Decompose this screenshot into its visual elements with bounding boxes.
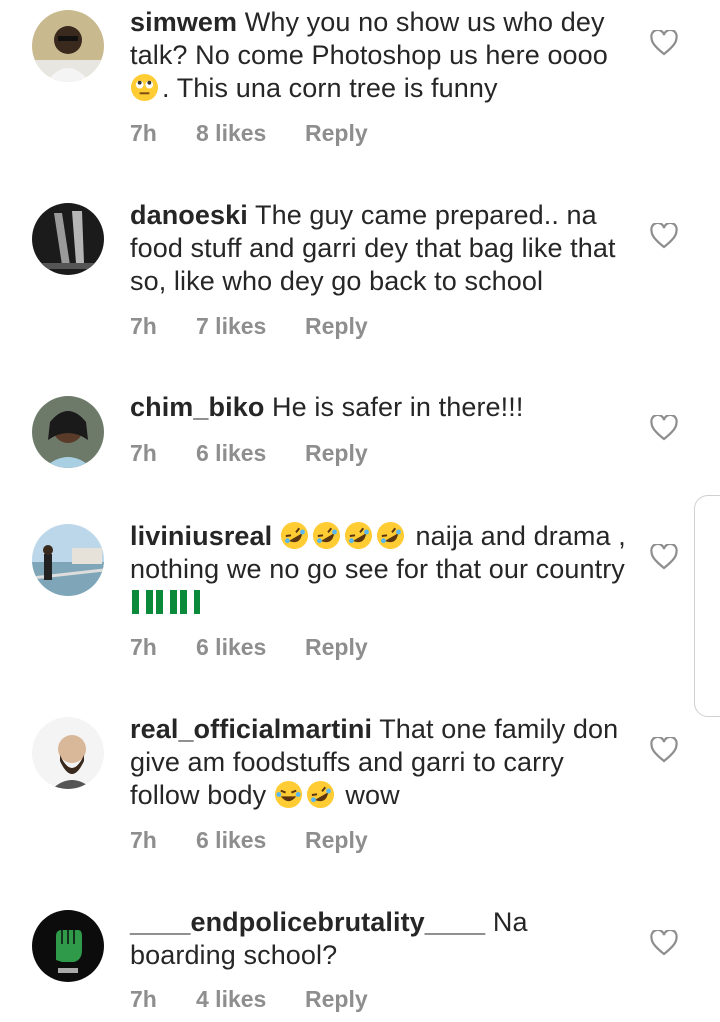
comment-body-cont: wow (345, 780, 400, 810)
comment-likes[interactable]: 6 likes (196, 440, 266, 467)
comment-time: 7h (130, 440, 157, 466)
comment-likes[interactable]: 6 likes (196, 827, 266, 854)
rofl-emoji-icon (312, 521, 340, 550)
rofl-emoji-icon (344, 521, 372, 550)
comment-username[interactable]: simwem (130, 7, 237, 37)
rofl-emoji-icon (306, 780, 334, 809)
comment-body-cont: . This una corn tree is funny (162, 73, 498, 103)
like-heart-icon[interactable] (650, 930, 678, 956)
comment-time: 7h (130, 634, 157, 660)
like-heart-icon[interactable] (650, 737, 678, 763)
joy-emoji-icon (274, 780, 302, 809)
comment-username[interactable]: chim_biko (130, 392, 264, 422)
reply-button[interactable]: Reply (305, 827, 368, 854)
comment-username[interactable]: real_officialmartini (130, 714, 372, 744)
like-heart-icon[interactable] (650, 30, 678, 56)
rofl-emoji-icon (280, 521, 308, 550)
avatar[interactable] (32, 396, 104, 468)
avatar[interactable] (32, 203, 104, 275)
reply-button[interactable]: Reply (305, 634, 368, 661)
comment-time: 7h (130, 827, 157, 853)
comment-likes[interactable]: 4 likes (196, 986, 266, 1013)
reply-button[interactable]: Reply (305, 986, 368, 1013)
avatar[interactable] (32, 524, 104, 596)
reply-button[interactable]: Reply (305, 120, 368, 147)
comment-time: 7h (130, 120, 157, 146)
comment-likes[interactable]: 7 likes (196, 313, 266, 340)
rolling-eyes-emoji-icon (130, 73, 159, 102)
comment-time: 7h (130, 986, 157, 1012)
side-scroll-handle[interactable] (694, 495, 720, 717)
comment-likes[interactable]: 8 likes (196, 120, 266, 147)
comment-text: simwem Why you no show us who dey talk? … (130, 6, 630, 105)
rofl-emoji-icon (376, 521, 404, 550)
avatar[interactable] (32, 10, 104, 82)
nigeria-flag-icon (132, 590, 200, 614)
comment-text: chim_biko He is safer in there!!! (130, 391, 630, 424)
like-heart-icon[interactable] (650, 544, 678, 570)
comment-text: danoeski The guy came prepared.. na food… (130, 199, 630, 298)
comment-likes[interactable]: 6 likes (196, 634, 266, 661)
reply-button[interactable]: Reply (305, 313, 368, 340)
comment-time: 7h (130, 313, 157, 339)
comment-text: real_officialmartini That one family don… (130, 713, 630, 812)
comment-username[interactable]: danoeski (130, 200, 248, 230)
comment-body: He is safer in there!!! (272, 392, 524, 422)
avatar[interactable] (32, 910, 104, 982)
like-heart-icon[interactable] (650, 415, 678, 441)
comment-username[interactable]: liviniusreal (130, 521, 272, 551)
avatar[interactable] (32, 717, 104, 789)
like-heart-icon[interactable] (650, 223, 678, 249)
comment-text: ____endpolicebrutality____ Na boarding s… (130, 906, 630, 972)
reply-button[interactable]: Reply (305, 440, 368, 467)
comment-username[interactable]: ____endpolicebrutality____ (130, 907, 485, 937)
comment-text: liviniusreal naija and drama , nothing w… (130, 520, 630, 619)
